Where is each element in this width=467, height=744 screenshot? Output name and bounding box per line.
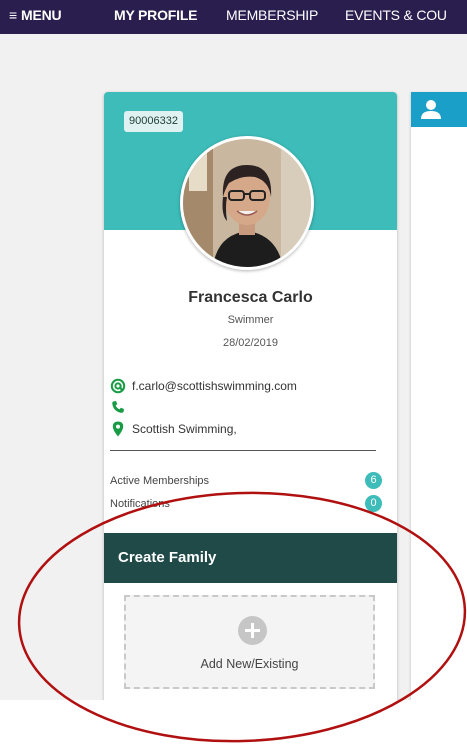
plus-icon [238,616,267,645]
add-family-member-button[interactable]: Add New/Existing [124,595,375,689]
profile-date: 28/02/2019 [222,337,279,349]
email-row: f.carlo@scottishswimming.com [110,377,297,395]
profile-role: Swimmer [227,314,274,326]
member-id-badge: 90006332 [124,111,183,132]
phone-icon [110,399,126,415]
create-family-title: Create Family [118,549,217,566]
active-memberships-label: Active Memberships [110,475,210,487]
email-link[interactable]: f.carlo@scottishswimming.com [132,379,297,393]
avatar[interactable] [180,136,314,270]
add-family-member-label: Add New/Existing [200,657,299,671]
phone-row [110,398,132,416]
nav-membership[interactable]: MEMBERSHIP [226,7,318,23]
profile-card: 90006332 Francesca Carlo Swimmer 28/02/2… [104,92,397,711]
divider [110,450,376,451]
nav-events-courses[interactable]: EVENTS & COU [345,7,447,23]
side-panel-header [411,92,467,127]
menu-button[interactable]: ≡ MENU [9,7,62,23]
active-memberships-row[interactable]: Active Memberships 6 [110,472,382,492]
active-memberships-count-badge: 6 [365,472,382,489]
page-footer-space [0,700,467,744]
notifications-row[interactable]: Notifications 0 [110,495,382,515]
avatar-photo [183,139,311,267]
address-value: Scottish Swimming, [132,422,237,436]
nav-my-profile[interactable]: MY PROFILE [114,7,198,23]
at-icon [110,378,126,394]
notifications-count-badge: 0 [365,495,382,512]
side-panel [411,92,467,732]
menu-icon: ≡ [9,7,17,23]
profile-name: Francesca Carlo [188,289,313,306]
top-navigation-bar: ≡ MENU MY PROFILE MEMBERSHIP EVENTS & COU [0,0,467,34]
page-background: 90006332 Francesca Carlo Swimmer 28/02/2… [0,34,467,732]
user-icon [421,100,441,119]
notifications-label: Notifications [110,498,170,510]
create-family-header: Create Family [104,533,397,583]
menu-label: MENU [20,7,62,23]
address-row: Scottish Swimming, [110,420,237,438]
map-pin-icon [110,421,126,437]
